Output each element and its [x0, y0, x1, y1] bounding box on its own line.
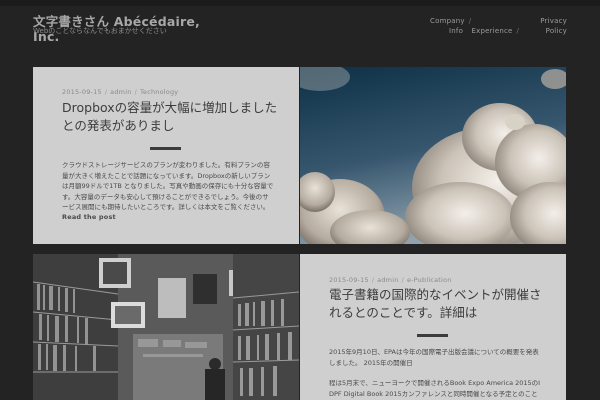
site-tagline: Webのことならなんでもおまかせください [33, 27, 167, 35]
post-author[interactable]: admin [377, 276, 398, 284]
post-excerpt: クラウドストレージサービスのプランが変わりました。有料プランの容量が大きく増えた… [62, 161, 274, 211]
read-more-link[interactable]: Read the post [62, 213, 116, 221]
secondary-nav: Privacy Policy [520, 16, 567, 36]
post-excerpt-paragraph-1: 2015年9月10日、EPAは今年の国際電子出版会議についての概要を発表しました… [329, 348, 539, 367]
title-divider [417, 334, 448, 337]
meta-separator: / [371, 276, 375, 284]
post-title[interactable]: Dropboxの容量が大幅に増加しましたとの発表がありまし [62, 99, 282, 135]
meta-separator: / [401, 276, 404, 284]
post-category[interactable]: Technology [140, 88, 178, 96]
post-excerpt-paragraph-2: 程は5月末で、ニューヨークで開催されるBook Expo America 201… [329, 379, 541, 398]
post-title[interactable]: 電子書籍の国際的なイベントが開催されるとのことです。詳細は [329, 286, 544, 322]
nav-link-privacy-label: Privacy [540, 17, 567, 25]
post-author[interactable]: admin [110, 88, 131, 96]
title-divider [150, 147, 181, 150]
bookstore-photo-image [33, 254, 299, 400]
post-date[interactable]: 2015-09-15 [329, 276, 369, 284]
post-image-sky[interactable] [300, 67, 566, 244]
post-date[interactable]: 2015-09-15 [62, 88, 102, 96]
post-card: 2015-09-15/admin / e-Publication 電子書籍の国際的な… [300, 254, 566, 400]
post-meta: 2015-09-15/admin / Technology [62, 88, 178, 96]
sky-clouds-image [300, 67, 566, 244]
nav-link-company[interactable]: Company [430, 17, 465, 25]
nav-link-policy-label: Policy [545, 27, 567, 35]
post-card: 2015-09-15/admin / Technology Dropboxの容量が大… [33, 67, 299, 244]
post-meta: 2015-09-15/admin / e-Publication [329, 276, 452, 284]
nav-link-experience[interactable]: Experience [466, 27, 513, 35]
nav-separator: / [468, 17, 472, 25]
nav-link-privacy-policy[interactable]: Privacy Policy [520, 16, 567, 36]
top-strip [0, 0, 600, 6]
meta-separator: / [134, 88, 137, 96]
main-nav: Company / Info Experience / [430, 16, 530, 36]
post-category[interactable]: e-Publication [407, 276, 452, 284]
nav-link-info[interactable]: Info [449, 27, 463, 35]
meta-separator: / [104, 88, 108, 96]
post-image-bookstore[interactable] [33, 254, 299, 400]
